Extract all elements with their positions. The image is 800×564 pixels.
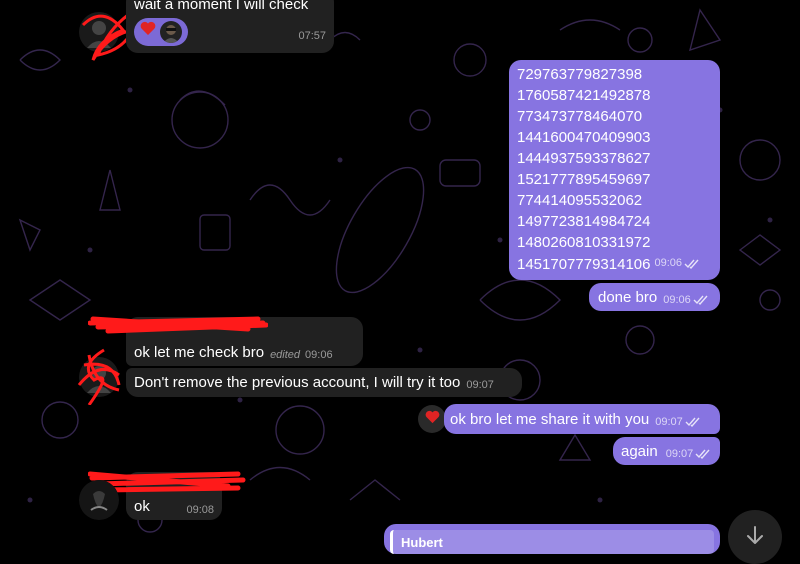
double-check-icon: [685, 417, 701, 427]
number-line: 1444937593378627: [517, 150, 651, 167]
message-bubble[interactable]: again 09:07: [613, 437, 720, 465]
scroll-down-button[interactable]: [728, 510, 782, 564]
message-text: Don't remove the previous account, I wil…: [134, 374, 461, 391]
reaction-badge[interactable]: [418, 405, 446, 433]
avatar-image: [79, 357, 119, 397]
reply-preview[interactable]: Hubert: [390, 530, 714, 554]
number-line: 1480260810331972: [517, 234, 651, 251]
edited-label: edited: [270, 349, 301, 361]
message-time: 09:07: [466, 379, 494, 391]
reply-author: Hubert: [401, 535, 443, 550]
double-check-icon: [695, 449, 711, 459]
heart-icon: [140, 21, 156, 42]
message-text: done bro: [598, 288, 658, 306]
avatar[interactable]: [79, 357, 119, 397]
avatar[interactable]: [79, 12, 119, 52]
message-time: 09:06: [305, 349, 333, 361]
message-bubble[interactable]: wait a moment I will check 07:57: [126, 0, 334, 53]
arrow-down-icon: [744, 524, 766, 551]
message-text: again: [621, 442, 658, 460]
avatar-image: [79, 12, 119, 52]
message-text: 729763779827398 1760587421492878 7734737…: [517, 64, 712, 275]
message-text: ok bro let me share it with you: [450, 410, 650, 428]
message-bubble[interactable]: done bro 09:06: [589, 283, 720, 311]
message-text: wait a moment I will check: [134, 0, 309, 13]
message-time: 09:07: [665, 447, 694, 460]
message-bubble[interactable]: Don't remove the previous account, I wil…: [126, 368, 522, 397]
avatar-image: [79, 480, 119, 520]
number-line: 1521777895459697: [517, 171, 651, 188]
number-line: 1497723814984724: [517, 213, 651, 230]
message-bubble[interactable]: ok bro let me share it with you 09:07: [444, 404, 720, 434]
message-time: 09:07: [655, 415, 683, 428]
message-text: ok let me check bro: [134, 344, 265, 361]
heart-icon: [425, 410, 440, 429]
number-line: 1441600470409903: [517, 129, 651, 146]
number-line: 1760587421492878: [517, 87, 651, 104]
double-check-icon: [693, 295, 709, 305]
message-bubble[interactable]: ok 09:08: [126, 472, 222, 520]
reaction-pill[interactable]: [134, 17, 188, 46]
message-text: ok: [134, 498, 150, 515]
reaction-user-avatar: [160, 20, 182, 43]
number-line: 729763779827398: [517, 66, 643, 83]
avatar[interactable]: [79, 480, 119, 520]
message-bubble[interactable]: ok let me check bro edited 09:06: [126, 317, 363, 366]
number-line: 774414095532062: [517, 192, 643, 209]
message-time: 09:08: [186, 504, 214, 516]
message-bubble[interactable]: Hubert: [384, 524, 720, 554]
message-time: 07:57: [298, 30, 326, 42]
message-time: 09:06: [654, 257, 683, 269]
number-line: 1451707779314106: [517, 256, 651, 273]
double-check-icon: [684, 259, 700, 269]
message-bubble[interactable]: 729763779827398 1760587421492878 7734737…: [509, 60, 720, 280]
number-line: 773473778464070: [517, 108, 643, 125]
message-time: 09:06: [663, 293, 691, 306]
